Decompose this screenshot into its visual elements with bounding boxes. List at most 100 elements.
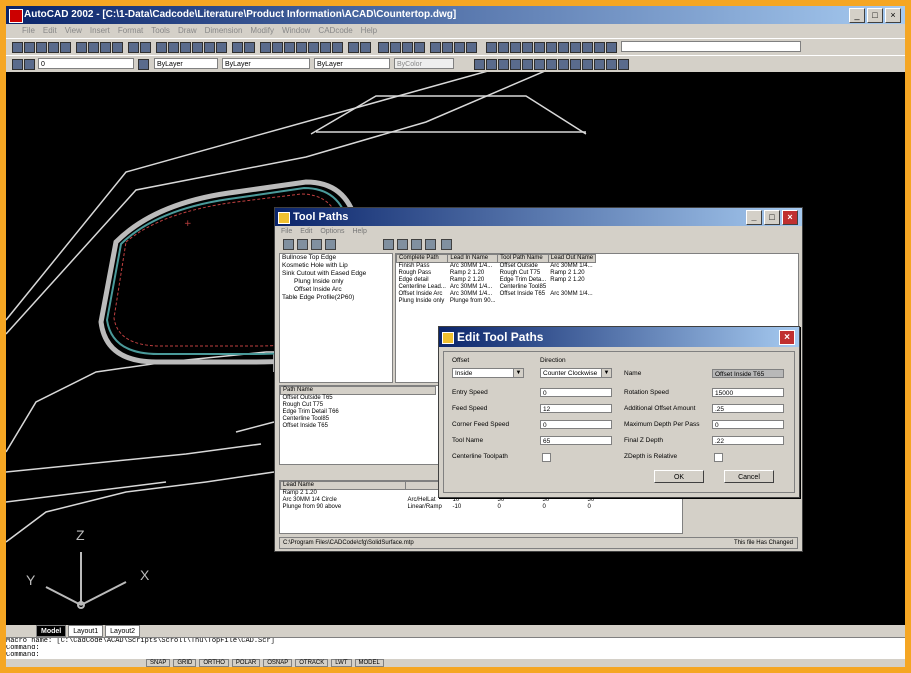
tp-copy-icon[interactable]: [397, 239, 408, 250]
tool-icon-a[interactable]: [156, 42, 167, 53]
tp-save-icon[interactable]: [311, 239, 322, 250]
tp-delete-icon[interactable]: [425, 239, 436, 250]
cadcode-tool-10[interactable]: [582, 59, 593, 70]
autocad-app-icon[interactable]: [9, 9, 23, 23]
properties-icon[interactable]: [320, 42, 331, 53]
cadcode-tool-6[interactable]: [534, 59, 545, 70]
centerline-toolpath-checkbox[interactable]: [542, 453, 551, 462]
layer-manager-icon[interactable]: [12, 59, 23, 70]
zoom-icon-1[interactable]: [378, 42, 389, 53]
help-icon[interactable]: [348, 42, 359, 53]
zoom-icon-2[interactable]: [390, 42, 401, 53]
table-row[interactable]: Edge detail Ramp 2 1.20 Edge Trim Deta... R…: [397, 277, 596, 284]
menu-cadcode[interactable]: CADcode: [318, 24, 352, 38]
tool-icon-d[interactable]: [192, 42, 203, 53]
chevron-down-icon[interactable]: ▼: [513, 369, 523, 377]
cadcode-tool-5[interactable]: [522, 59, 533, 70]
cadcode-tool-7[interactable]: [546, 59, 557, 70]
zoom-icon-6[interactable]: [442, 42, 453, 53]
tab-layout2[interactable]: Layout2: [105, 625, 141, 637]
tool-icon-c[interactable]: [180, 42, 191, 53]
zoom-icon-3[interactable]: [402, 42, 413, 53]
entry-speed-field[interactable]: 0: [540, 388, 612, 397]
tool-icon-i[interactable]: [260, 42, 271, 53]
menu-view[interactable]: View: [65, 24, 82, 38]
ortho-toggle[interactable]: ORTHO: [199, 659, 229, 667]
edit-dialog-close-button[interactable]: ×: [779, 330, 795, 345]
tab-model[interactable]: Model: [36, 625, 67, 637]
minimize-button[interactable]: _: [849, 8, 865, 23]
preview-icon[interactable]: [60, 42, 71, 53]
tp-menu-options[interactable]: Options: [320, 226, 344, 237]
name-field[interactable]: Offset Inside T65: [712, 369, 784, 378]
table-row[interactable]: Plung Inside only Plunge from 90...: [397, 298, 596, 305]
path-name-grid[interactable]: Path Name Offset Outside T65 Rough Cut T…: [279, 385, 441, 465]
tp-close-button[interactable]: ×: [782, 210, 798, 225]
cadcode-tool-9[interactable]: [570, 59, 581, 70]
zoom-window-icon[interactable]: [296, 42, 307, 53]
tp-maximize-button[interactable]: □: [764, 210, 780, 225]
column-header[interactable]: Complete Path: [396, 254, 449, 263]
undo-icon[interactable]: [128, 42, 139, 53]
cadcode-tool-12[interactable]: [606, 59, 617, 70]
menu-edit[interactable]: Edit: [43, 24, 57, 38]
cadcode-icon-3[interactable]: [510, 42, 521, 53]
redo-icon[interactable]: [140, 42, 151, 53]
matchprop-icon[interactable]: [112, 42, 123, 53]
tree-item[interactable]: Sink Cutout with Eased Edge: [280, 270, 392, 278]
grid-toggle[interactable]: GRID: [173, 659, 197, 667]
tp-menu-edit[interactable]: Edit: [300, 226, 312, 237]
zdepth-relative-checkbox[interactable]: [714, 453, 723, 462]
table-row[interactable]: Offset Inside T65: [281, 423, 436, 430]
tool-icon-g[interactable]: [232, 42, 243, 53]
table-row[interactable]: Centerline Lead... Arc 30MM 1/4... Centerl…: [397, 284, 596, 291]
zoom-icon-7[interactable]: [454, 42, 465, 53]
cadcode-icon-7[interactable]: [558, 42, 569, 53]
menu-draw[interactable]: Draw: [178, 24, 197, 38]
snap-toggle[interactable]: SNAP: [146, 659, 171, 667]
osnap-toggle[interactable]: OSNAP: [263, 659, 293, 667]
column-header[interactable]: Lead Out Name: [547, 254, 597, 263]
tool-path-tree[interactable]: Bullnose Top Edge Kosmetic Hole with Lip…: [279, 253, 393, 383]
menu-tools[interactable]: Tools: [151, 24, 170, 38]
ok-button[interactable]: OK: [654, 470, 704, 483]
column-header[interactable]: Lead Name: [280, 481, 406, 490]
cadcode-tool-3[interactable]: [498, 59, 509, 70]
cadcode-combo[interactable]: [621, 41, 801, 52]
tool-icon-b[interactable]: [168, 42, 179, 53]
offset-select[interactable]: Inside ▼: [452, 368, 524, 378]
cut-icon[interactable]: [76, 42, 87, 53]
color-combo[interactable]: ByLayer: [154, 58, 218, 69]
tp-menu-help[interactable]: Help: [352, 226, 366, 237]
tool-icon-e[interactable]: [204, 42, 215, 53]
max-depth-field[interactable]: 0: [712, 420, 784, 429]
cadcode-icon-11[interactable]: [606, 42, 617, 53]
zoom-previous-icon[interactable]: [308, 42, 319, 53]
table-row[interactable]: Rough Pass Ramp 2 1.20 Rough Cut T75 Ramp 2…: [397, 270, 596, 277]
table-row[interactable]: Arc 30MM 1/4 Circle Arc/HelLat 10 30 30 30: [281, 497, 631, 504]
tool-icon-f[interactable]: [216, 42, 227, 53]
table-row[interactable]: Offset Outside T65: [281, 395, 436, 403]
table-row[interactable]: Plunge from 90 above Linear/Ramp -10 0 0 0: [281, 504, 631, 511]
tool-name-field[interactable]: 65: [540, 436, 612, 445]
make-current-icon[interactable]: [138, 59, 149, 70]
tp-paste-icon[interactable]: [411, 239, 422, 250]
tool-icon-j[interactable]: [360, 42, 371, 53]
tree-item[interactable]: Table Edge Profile(2P60): [280, 294, 392, 302]
plotstyle-combo[interactable]: ByColor: [394, 58, 454, 69]
tab-layout1[interactable]: Layout1: [68, 625, 104, 637]
tp-cut-icon[interactable]: [383, 239, 394, 250]
lwt-toggle[interactable]: LWT: [331, 659, 352, 667]
zoom-icon-4[interactable]: [414, 42, 425, 53]
cancel-button[interactable]: Cancel: [724, 470, 774, 483]
new-icon[interactable]: [12, 42, 23, 53]
design-center-icon[interactable]: [332, 42, 343, 53]
cadcode-icon-9[interactable]: [582, 42, 593, 53]
zoom-realtime-icon[interactable]: [284, 42, 295, 53]
tool-icon-h[interactable]: [244, 42, 255, 53]
cadcode-icon-10[interactable]: [594, 42, 605, 53]
command-line[interactable]: Macro name: [C:\CadCode\ACAD\Scripts\Scr…: [6, 637, 905, 660]
cadcode-tool-11[interactable]: [594, 59, 605, 70]
chevron-down-icon[interactable]: ▼: [601, 369, 611, 377]
menu-modify[interactable]: Modify: [250, 24, 274, 38]
